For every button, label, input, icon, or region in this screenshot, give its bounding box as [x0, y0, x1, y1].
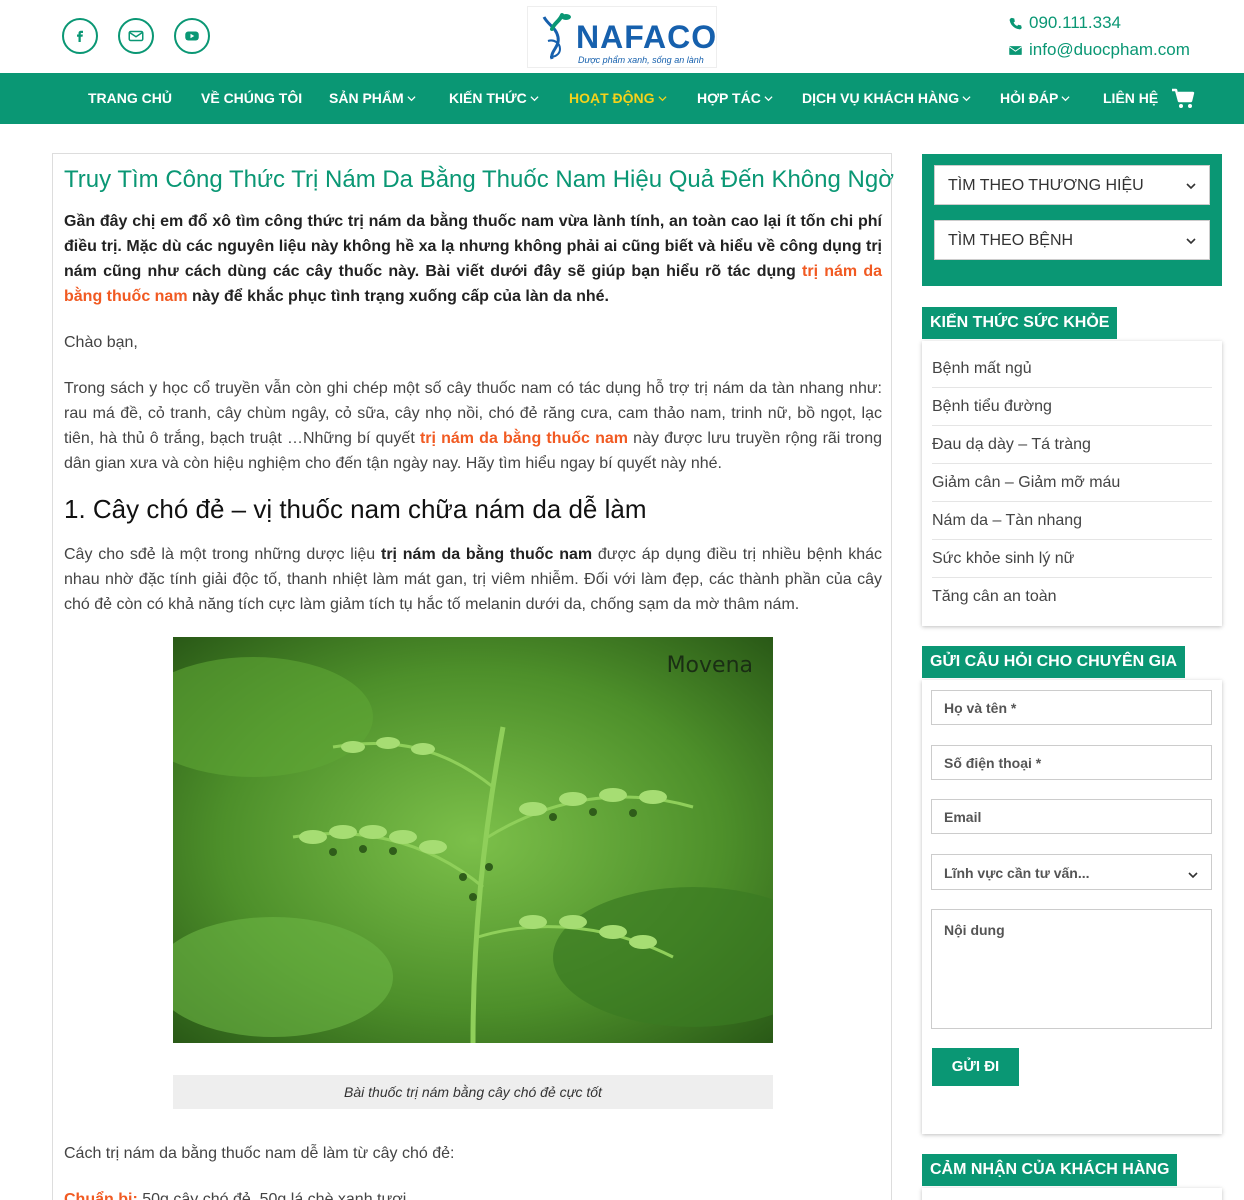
- chevron-down-icon: [1186, 238, 1196, 245]
- paragraph-link[interactable]: trị nám da bằng thuốc nam: [420, 430, 628, 447]
- logo-mark-icon: [542, 13, 571, 60]
- article-intro: Gần đây chị em đổ xô tìm công thức trị n…: [64, 209, 882, 309]
- chevron-down-icon: [1188, 872, 1198, 879]
- disease-filter-select[interactable]: TÌM THEO BỆNH: [934, 220, 1210, 260]
- email-address: info@duocpham.com: [1029, 40, 1190, 59]
- plant-photo: [173, 637, 773, 1043]
- article: Truy Tìm Công Thức Trị Nám Da Bằng Thuốc…: [52, 153, 894, 1200]
- nav-item-products[interactable]: SẢN PHẨM: [329, 90, 416, 106]
- nav-label: DỊCH VỤ KHÁCH HÀNG: [802, 90, 960, 106]
- chevron-down-icon: [1186, 183, 1196, 190]
- list-item[interactable]: Bệnh tiểu đường: [932, 388, 1212, 426]
- top-header: NAFACO Dược phẩm xanh, sống an lành 090.…: [0, 0, 1244, 73]
- chevron-down-icon: [658, 95, 667, 101]
- mail-icon[interactable]: [118, 18, 154, 54]
- nav-item-customer-service[interactable]: DỊCH VỤ KHÁCH HÀNG: [802, 90, 971, 106]
- phone-number: 090.111.334: [1029, 13, 1122, 32]
- main-nav: TRANG CHỦ VỀ CHÚNG TÔI SẢN PHẨM KIẾN THỨ…: [0, 73, 1244, 124]
- nav-label: VỀ CHÚNG TÔI: [201, 90, 303, 106]
- nav-item-cooperation[interactable]: HỢP TÁC: [697, 90, 773, 106]
- health-knowledge-widget: Bệnh mất ngủ Bệnh tiểu đường Đau dạ dày …: [922, 341, 1222, 626]
- topic-select[interactable]: Lĩnh vực cần tư vấn...: [931, 854, 1212, 890]
- select-label: Lĩnh vực cần tư vấn...: [944, 865, 1090, 881]
- nav-item-home[interactable]: TRANG CHỦ: [88, 90, 172, 106]
- logo-text: NAFACO: [576, 19, 718, 55]
- list-item[interactable]: Tăng cân an toàn: [932, 578, 1212, 616]
- name-field[interactable]: Họ và tên *: [931, 690, 1212, 725]
- paragraph-4: Cách trị nám da bằng thuốc nam dễ làm từ…: [64, 1145, 455, 1162]
- paragraph-text: Cây cho sđẻ là một trong những dược liệu: [64, 546, 381, 563]
- chevron-down-icon: [962, 95, 971, 101]
- nav-item-activities[interactable]: HOẠT ĐỘNG: [569, 90, 667, 106]
- list-item[interactable]: Đau dạ dày – Tá tràng: [932, 426, 1212, 464]
- reviews-widget-title: CẢM NHẬN CỦA KHÁCH HÀNG: [922, 1154, 1178, 1186]
- greeting: Chào bạn,: [64, 334, 138, 351]
- expert-question-form: Họ và tên * Số điện thoại * Email Lĩnh v…: [922, 680, 1222, 1134]
- prep-text: 50g cây chó đẻ, 50g lá chè xanh tươi: [137, 1191, 407, 1200]
- facebook-icon[interactable]: [62, 18, 98, 54]
- phone-icon: [1009, 17, 1022, 29]
- nav-label: TRANG CHỦ: [88, 90, 172, 106]
- nav-item-faq[interactable]: HỎI ĐÁP: [1000, 90, 1070, 106]
- logo-tagline: Dược phẩm xanh, sống an lành: [578, 55, 704, 65]
- chevron-down-icon: [530, 95, 539, 101]
- phone-field[interactable]: Số điện thoại *: [931, 745, 1212, 780]
- cart-icon[interactable]: [1171, 88, 1195, 110]
- article-image: Movena: [173, 637, 773, 1043]
- nav-label: KIẾN THỨC: [449, 90, 527, 106]
- intro-text-end: này để khắc phục tình trạng xuống cấp củ…: [187, 288, 609, 305]
- nav-item-knowledge[interactable]: KIẾN THỨC: [449, 90, 539, 106]
- chevron-down-icon: [407, 95, 416, 101]
- form-widget-title: GỬI CÂU HỎI CHO CHUYÊN GIA: [922, 646, 1186, 678]
- site-logo[interactable]: NAFACO Dược phẩm xanh, sống an lành: [527, 6, 717, 68]
- chevron-down-icon: [764, 95, 773, 101]
- nav-label: HỎI ĐÁP: [1000, 90, 1059, 106]
- brand-filter-select[interactable]: TÌM THEO THƯƠNG HIỆU: [934, 165, 1210, 205]
- email-field[interactable]: Email: [931, 799, 1212, 834]
- list-item[interactable]: Sức khỏe sinh lý nữ: [932, 540, 1212, 578]
- content-textarea[interactable]: Nội dung: [931, 909, 1212, 1029]
- filter-box: TÌM THEO THƯƠNG HIỆU TÌM THEO BỆNH: [922, 154, 1222, 286]
- intro-text: Gần đây chị em đổ xô tìm công thức trị n…: [64, 213, 882, 280]
- youtube-icon[interactable]: [174, 18, 210, 54]
- paragraph-3: Cây cho sđẻ là một trong những dược liệu…: [64, 542, 882, 617]
- list-item[interactable]: Giảm cân – Giảm mỡ máu: [932, 464, 1212, 502]
- nav-item-contact[interactable]: LIÊN HỆ: [1103, 90, 1158, 106]
- list-item[interactable]: Nám da – Tàn nhang: [932, 502, 1212, 540]
- envelope-icon: [1008, 45, 1023, 55]
- submit-button[interactable]: GỬI ĐI: [932, 1048, 1019, 1086]
- email-link[interactable]: info@duocpham.com: [1008, 40, 1190, 60]
- section-heading: 1. Cây chó đẻ – vị thuốc nam chữa nám da…: [64, 494, 647, 524]
- nav-label: HỢP TÁC: [697, 90, 761, 106]
- select-label: TÌM THEO BỆNH: [948, 232, 1074, 249]
- paragraph-prep: Chuẩn bị: 50g cây chó đẻ, 50g lá chè xan…: [64, 1187, 882, 1200]
- nav-label: HOẠT ĐỘNG: [569, 90, 655, 106]
- phone-link[interactable]: 090.111.334: [1008, 13, 1121, 33]
- list-item[interactable]: Bệnh mất ngủ: [932, 350, 1212, 388]
- chevron-down-icon: [1061, 95, 1070, 101]
- nav-item-about[interactable]: VỀ CHÚNG TÔI: [201, 90, 302, 106]
- article-title: Truy Tìm Công Thức Trị Nám Da Bằng Thuốc…: [64, 166, 894, 193]
- select-label: TÌM THEO THƯƠNG HIỆU: [948, 177, 1144, 194]
- image-watermark: Movena: [666, 653, 753, 678]
- reviews-widget: [922, 1188, 1222, 1200]
- paragraph-bold: trị nám da bằng thuốc nam: [380, 546, 593, 563]
- prep-label: Chuẩn bị:: [64, 1191, 138, 1200]
- nav-label: SẢN PHẨM: [329, 90, 404, 106]
- health-widget-title: KIẾN THỨC SỨC KHỎE: [922, 307, 1118, 339]
- image-caption: Bài thuốc trị nám bằng cây chó đẻ cực tố…: [173, 1075, 773, 1109]
- paragraph-2: Trong sách y học cổ truyền vẫn còn ghi c…: [64, 376, 882, 476]
- nav-label: LIÊN HỆ: [1103, 90, 1159, 106]
